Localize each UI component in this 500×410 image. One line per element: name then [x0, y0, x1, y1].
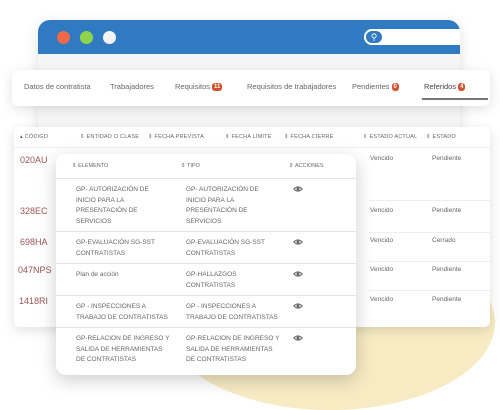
column-header-codigo[interactable]: ▴ CÓDIGO — [20, 134, 48, 140]
column-header-estado-actual[interactable]: ⇕ ESTADO ACTUAL — [363, 134, 417, 140]
tab-datos-contratista[interactable]: Datos de contratista — [24, 82, 91, 91]
row-divider — [369, 232, 490, 233]
row-estado-actual: Vencido — [370, 237, 394, 244]
row-code[interactable]: 328EC — [20, 206, 48, 216]
tabs-bar: Datos de contratista Trabajadores Requis… — [12, 70, 490, 106]
row-estado: Cerrado — [432, 237, 456, 244]
eye-icon[interactable] — [293, 269, 303, 279]
elemento-cell: Plan de acción — [76, 271, 119, 278]
sort-icon: ⇕ — [181, 163, 186, 169]
sort-icon: ⇕ — [148, 134, 153, 140]
tab-referidos[interactable]: Referidos 4 — [424, 82, 466, 91]
row-code[interactable]: 698HA — [20, 237, 48, 247]
row-estado-actual: Vencido — [370, 266, 394, 273]
sort-icon: ⇕ — [426, 134, 431, 140]
count-badge: 4 — [458, 83, 466, 91]
elements-popup: ⇕ ELEMENTO ⇕ TIPO ⇕ ACCIONES GP- AUTORIZ… — [56, 154, 356, 375]
table-row: GP-EVALUACIÓN SG-SST CONTRATISTAS GP-EVAL… — [56, 231, 356, 264]
row-divider — [369, 290, 490, 291]
eye-icon[interactable] — [293, 184, 303, 194]
tipo-cell: GP-RELACION DE INGRESO Y SALIDA DE HERRAM… — [186, 335, 280, 363]
eye-icon[interactable] — [293, 301, 303, 311]
minimize-window-button[interactable] — [103, 31, 116, 44]
count-badge: 0 — [391, 83, 399, 91]
eye-icon[interactable] — [293, 237, 303, 247]
tab-label: Requisitos de trabajadores — [247, 82, 337, 91]
tab-trabajadores[interactable]: Trabajadores — [110, 82, 154, 91]
sort-icon: ⇕ — [363, 134, 368, 140]
row-divider — [369, 200, 490, 201]
tab-pendientes[interactable]: Pendientes 0 — [352, 82, 399, 91]
row-estado-actual: Vencido — [370, 207, 394, 214]
column-header-elemento[interactable]: ⇕ ELEMENTO — [72, 163, 108, 169]
row-estado-actual: Vencido — [370, 296, 394, 303]
row-code[interactable]: 1418RI — [19, 296, 48, 306]
sort-icon: ▴ — [20, 134, 23, 140]
tab-requisitos[interactable]: Requisitos 11 — [175, 82, 223, 91]
table-row: GP - INSPECCIONES A TRABAJO DE CONTRATIST… — [56, 295, 356, 328]
address-bar[interactable]: ⚲ 🎤 — [364, 29, 460, 45]
tab-label: Pendientes — [352, 82, 390, 91]
sort-icon: ⇕ — [225, 134, 230, 140]
table-row: Plan de acción GP-HALLAZGOS CONTRATISTAS — [56, 263, 356, 296]
tipo-cell: GP - INSPECCIONES A TRABAJO DE CONTRATIST… — [186, 303, 278, 321]
tipo-cell: GP- AUTORIZACIÓN DE INICIO PARA LA PRESENT… — [186, 186, 259, 225]
row-estado: Pendiente — [432, 296, 462, 303]
sort-icon: ⇕ — [80, 134, 85, 140]
row-estado-actual: Vencido — [370, 155, 394, 162]
tab-label: Datos de contratista — [24, 82, 91, 91]
tab-label: Requisitos — [175, 82, 211, 91]
column-header-fecha-limite[interactable]: ⇕ FECHA LÍMITE — [225, 134, 272, 140]
tab-requisitos-trabajadores[interactable]: Requisitos de trabajadores — [247, 82, 336, 91]
column-header-entidad[interactable]: ⇕ ENTIDAD O CLASE — [80, 134, 139, 140]
tipo-cell: GP-HALLAZGOS CONTRATISTAS — [186, 271, 237, 289]
row-divider — [369, 261, 490, 262]
tab-label: Trabajadores — [110, 82, 154, 91]
elemento-cell: GP-RELACION DE INGRESO Y SALIDA DE HERRAM… — [76, 335, 170, 363]
sort-icon: ⇕ — [72, 163, 77, 169]
elemento-cell: GP- AUTORIZACIÓN DE INICIO PARA LA PRESENT… — [76, 186, 149, 225]
tipo-cell: GP-EVALUACIÓN SG-SST CONTRATISTAS — [186, 239, 265, 257]
close-window-button[interactable] — [57, 31, 70, 44]
column-header-tipo[interactable]: ⇕ TIPO — [181, 163, 200, 169]
sort-icon: ⇕ — [289, 163, 294, 169]
column-header-acciones[interactable]: ⇕ ACCIONES — [289, 163, 324, 169]
row-estado: Pendiente — [432, 207, 462, 214]
popup-header: ⇕ ELEMENTO ⇕ TIPO ⇕ ACCIONES — [56, 154, 356, 179]
active-tab-indicator — [422, 98, 488, 100]
maximize-window-button[interactable] — [80, 31, 93, 44]
tab-label: Referidos — [424, 82, 457, 91]
elemento-cell: GP - INSPECCIONES A TRABAJO DE CONTRATIST… — [76, 303, 168, 321]
table-header: ▴ CÓDIGO ⇕ ENTIDAD O CLASE ⇕ FECHA PREVI… — [14, 127, 490, 148]
column-header-estado[interactable]: ⇕ ESTADO — [426, 134, 456, 140]
search-icon[interactable]: ⚲ — [364, 29, 384, 45]
table-row: GP-RELACION DE INGRESO Y SALIDA DE HERRAM… — [56, 327, 356, 375]
elemento-cell: GP-EVALUACIÓN SG-SST CONTRATISTAS — [76, 239, 155, 257]
row-estado: Pendiente — [432, 155, 462, 162]
column-header-fecha-prevista[interactable]: ⇕ FECHA PREVISTA — [148, 134, 204, 140]
row-estado: Pendiente — [432, 266, 462, 273]
column-header-fecha-cierre[interactable]: ⇕ FECHA CIERRE — [284, 134, 334, 140]
row-code[interactable]: 047NPS — [18, 265, 52, 275]
sort-icon: ⇕ — [284, 134, 289, 140]
browser-title-bar: ⚲ 🎤 — [38, 20, 460, 54]
count-badge: 11 — [212, 83, 223, 91]
row-code[interactable]: 020AU — [20, 155, 48, 165]
eye-icon[interactable] — [293, 333, 303, 343]
table-row: GP- AUTORIZACIÓN DE INICIO PARA LA PRESENT… — [56, 178, 356, 232]
